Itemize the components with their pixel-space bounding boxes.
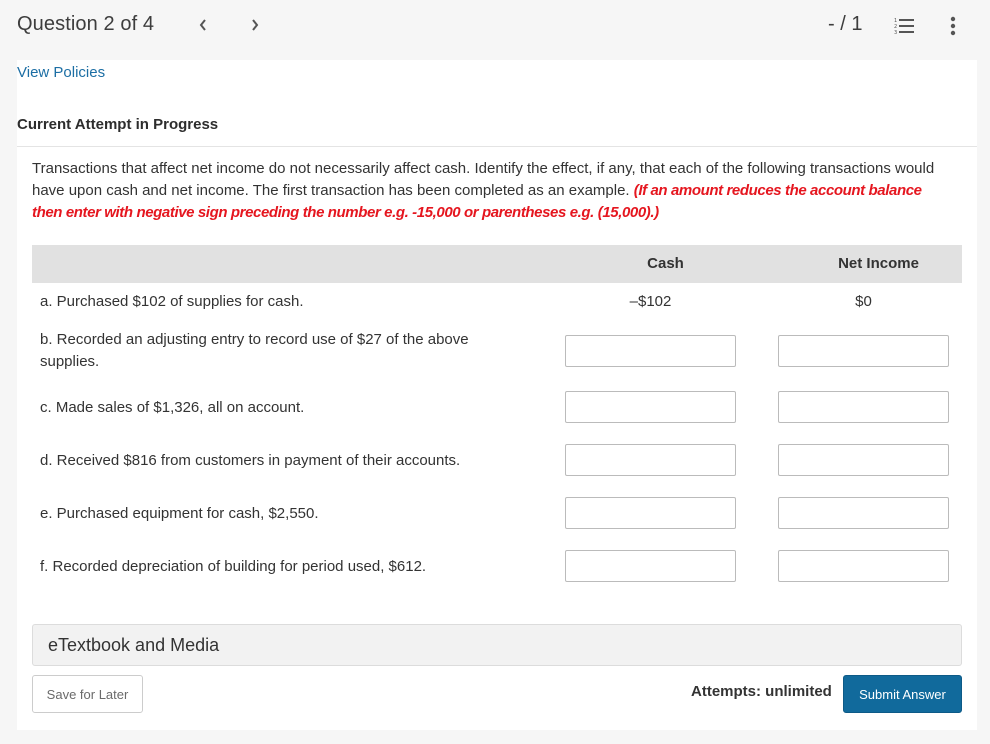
- column-header-cash: Cash: [647, 255, 684, 272]
- view-policies-link[interactable]: View Policies: [17, 64, 105, 81]
- net-income-input[interactable]: [778, 444, 949, 476]
- top-bar: Question 2 of 4 - / 1 1 2 3: [0, 0, 990, 60]
- chevron-left-icon: [199, 19, 206, 31]
- more-options-button[interactable]: [946, 14, 960, 38]
- etextbook-media-section[interactable]: eTextbook and Media: [32, 624, 962, 666]
- row-label: a. Purchased $102 of supplies for cash.: [40, 293, 304, 310]
- row-label: c. Made sales of $1,326, all on account.: [40, 399, 305, 416]
- question-text: Transactions that affect net income do n…: [32, 158, 942, 224]
- cash-value: –$102: [629, 293, 672, 310]
- table-header: Cash Net Income: [32, 245, 962, 283]
- divider: [17, 146, 977, 147]
- submit-answer-button[interactable]: Submit Answer: [843, 675, 962, 713]
- row-label: e. Purchased equipment for cash, $2,550.: [40, 505, 319, 522]
- attempts-label: Attempts: unlimited: [691, 683, 832, 700]
- chevron-right-icon: [252, 19, 259, 31]
- cash-input[interactable]: [565, 550, 736, 582]
- net-income-input[interactable]: [778, 497, 949, 529]
- save-for-later-button[interactable]: Save for Later: [32, 675, 143, 713]
- cash-input[interactable]: [565, 391, 736, 423]
- net-income-input[interactable]: [778, 550, 949, 582]
- previous-question-button[interactable]: [192, 14, 214, 38]
- attempt-heading: Current Attempt in Progress: [17, 116, 219, 133]
- cash-input[interactable]: [565, 444, 736, 476]
- cash-input[interactable]: [565, 497, 736, 529]
- row-label: f. Recorded depreciation of building for…: [40, 558, 427, 575]
- row-label: d. Received $816 from customers in payme…: [40, 452, 461, 469]
- row-label: b. Recorded an adjusting entry to record…: [40, 331, 469, 370]
- net-income-value: $0: [855, 293, 872, 310]
- net-income-input[interactable]: [778, 391, 949, 423]
- next-question-button[interactable]: [244, 14, 266, 38]
- score-display: - / 1: [828, 13, 863, 35]
- cash-input[interactable]: [565, 335, 736, 367]
- vertical-ellipsis-icon: [950, 16, 956, 36]
- column-header-net-income: Net Income: [838, 255, 919, 272]
- question-panel: View Policies Current Attempt in Progres…: [17, 60, 977, 730]
- question-position: Question 2 of 4: [17, 13, 155, 35]
- svg-text:3: 3: [894, 30, 897, 36]
- net-income-input[interactable]: [778, 335, 949, 367]
- numbered-list-icon: 1 2 3: [894, 18, 914, 36]
- question-list-button[interactable]: 1 2 3: [893, 16, 917, 36]
